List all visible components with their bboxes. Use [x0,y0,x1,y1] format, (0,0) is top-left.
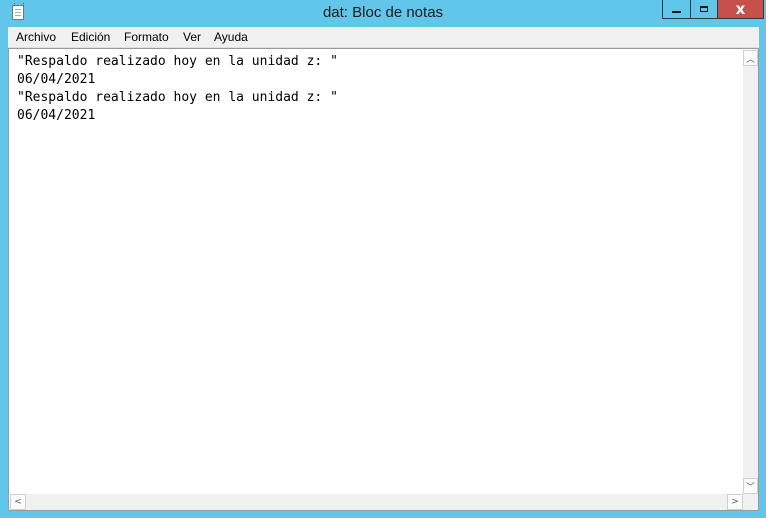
notepad-window: dat: Bloc de notas x Archivo Edición For… [0,0,766,518]
menu-bar: Archivo Edición Formato Ver Ayuda [8,27,759,48]
text-area[interactable]: "Respaldo realizado hoy en la unidad z: … [10,50,743,494]
close-icon: x [735,0,746,18]
chevron-right-icon: > [731,497,739,507]
chevron-left-icon: < [14,497,22,507]
editor: "Respaldo realizado hoy en la unidad z: … [8,48,759,511]
window-title: dat: Bloc de notas [322,4,444,21]
maximize-button[interactable] [690,0,718,19]
scroll-left-button[interactable]: < [10,494,26,510]
chevron-down-icon: ﹀ [745,482,755,493]
scroll-up-button[interactable]: ︿ [743,50,758,66]
maximize-icon [700,6,708,12]
scroll-down-button[interactable]: ﹀ [743,478,758,494]
text-line: "Respaldo realizado hoy en la unidad z: … [17,54,338,69]
close-button[interactable]: x [718,0,764,19]
menu-ayuda[interactable]: Ayuda [214,30,248,44]
scroll-right-button[interactable]: > [727,494,743,510]
minimize-button[interactable] [662,0,690,19]
size-grip[interactable] [743,494,758,510]
menu-edicion[interactable]: Edición [71,30,110,44]
horizontal-scrollbar[interactable]: < > [10,494,743,510]
text-line: 06/04/2021 [17,108,96,123]
menu-formato[interactable]: Formato [124,30,169,44]
minimize-icon [672,11,681,13]
client-area: Archivo Edición Formato Ver Ayuda "Respa… [8,27,759,511]
menu-ver[interactable]: Ver [183,30,201,44]
vertical-scrollbar[interactable]: ︿ ﹀ [743,50,758,494]
text-line: 06/04/2021 [17,72,96,87]
text-line: "Respaldo realizado hoy en la unidad z: … [17,90,338,105]
title-bar[interactable]: dat: Bloc de notas x [0,0,766,27]
chevron-up-icon: ︿ [745,54,755,65]
menu-archivo[interactable]: Archivo [16,30,56,44]
